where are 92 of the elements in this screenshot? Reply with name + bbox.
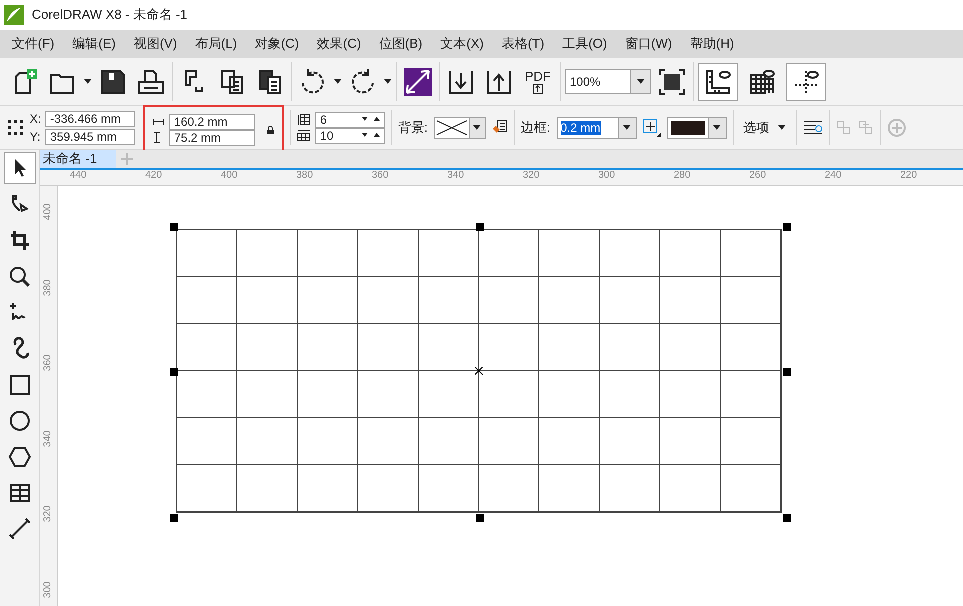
table-tool-icon[interactable]: [8, 481, 32, 505]
spinner-arrows-icon[interactable]: [362, 117, 380, 122]
y-label: Y:: [30, 128, 42, 146]
text-wrap-icon[interactable]: [802, 120, 823, 136]
selection-handle[interactable]: [476, 223, 484, 231]
object-position-icon: [8, 120, 24, 136]
no-fill-icon: [434, 118, 469, 136]
menu-item[interactable]: 效果(C): [309, 34, 370, 54]
border-sides-icon[interactable]: [642, 118, 661, 136]
ruler-label: 440: [70, 170, 87, 182]
ruler-label: 220: [900, 170, 918, 182]
dropdown-caret-icon[interactable]: [636, 79, 644, 84]
options-menu-button[interactable]: 选项: [740, 118, 790, 138]
selection-handle[interactable]: [476, 514, 484, 522]
ruler-label: 360: [372, 170, 389, 182]
ruler-label: 420: [146, 170, 162, 182]
pick-tool-icon[interactable]: [4, 152, 36, 184]
dropdown-caret-icon[interactable]: [778, 125, 786, 130]
dropdown-caret-icon[interactable]: [84, 79, 92, 84]
selection-handle[interactable]: [170, 514, 178, 522]
window-title: CorelDRAW X8 - 未命名 -1: [32, 6, 188, 24]
dropdown-caret-icon[interactable]: [473, 125, 482, 130]
polygon-tool-icon[interactable]: [8, 445, 32, 469]
selection-handle[interactable]: [783, 223, 791, 231]
ruler-label: 300: [42, 581, 54, 598]
color-swatch: [670, 120, 705, 134]
ruler-label: 240: [825, 170, 842, 182]
merge-cells-icon: [836, 120, 852, 136]
publish-pdf-button[interactable]: PDF: [520, 70, 556, 94]
menu-item[interactable]: 布局(L): [187, 34, 246, 54]
ruler-label: 320: [42, 506, 54, 522]
height-field[interactable]: 75.2 mm: [169, 130, 256, 146]
background-dropdown[interactable]: [434, 116, 486, 138]
selection-handle[interactable]: [170, 368, 178, 376]
columns-spinner[interactable]: 10: [315, 128, 386, 144]
width-icon: [153, 118, 166, 126]
spinner-arrows-icon[interactable]: [362, 133, 380, 138]
zoom-tool-icon[interactable]: [8, 265, 32, 289]
menu-item[interactable]: 文件(F): [4, 34, 63, 54]
columns-icon: [297, 130, 312, 142]
rows-icon: [297, 114, 312, 126]
selection-handle[interactable]: [170, 223, 178, 231]
menu-item[interactable]: 表格(T): [494, 34, 553, 54]
height-icon: [153, 132, 162, 144]
center-marker-icon: [475, 367, 483, 375]
guidelines-icon[interactable]: [786, 62, 826, 100]
zoom-level-dropdown[interactable]: 100%: [565, 69, 651, 94]
fill-settings-icon[interactable]: [492, 120, 508, 136]
lock-icon[interactable]: [267, 126, 274, 134]
menu-item[interactable]: 帮助(H): [682, 34, 742, 54]
ruler-label: 260: [750, 170, 766, 182]
dimension-tool-icon[interactable]: [8, 517, 32, 541]
rectangle-tool-icon[interactable]: [8, 373, 32, 397]
selection-handle[interactable]: [783, 514, 791, 522]
border-label: 边框:: [520, 118, 551, 137]
rows-spinner[interactable]: 6: [315, 112, 386, 128]
border-width-dropdown[interactable]: 0.2 mm: [556, 116, 637, 138]
menu-item[interactable]: 对象(C): [247, 34, 308, 54]
dropdown-caret-icon[interactable]: [713, 125, 722, 130]
ruler-label: 380: [42, 279, 54, 296]
border-color-dropdown[interactable]: [666, 116, 727, 138]
dropdown-caret-icon[interactable]: [334, 79, 342, 84]
ruler-label: 320: [523, 170, 540, 182]
ruler-label: 400: [221, 170, 238, 182]
background-label: 背景:: [398, 118, 428, 137]
ruler-label: 380: [296, 170, 314, 182]
ruler-label: 340: [42, 430, 54, 447]
ruler-label: 340: [448, 170, 464, 182]
menu-item[interactable]: 位图(B): [371, 34, 431, 54]
menu-item[interactable]: 窗口(W): [617, 34, 680, 54]
width-field[interactable]: 160.2 mm: [169, 114, 256, 130]
split-cells-icon: [858, 120, 874, 136]
dropdown-caret-icon[interactable]: [384, 79, 392, 84]
ruler-label: 400: [42, 204, 54, 220]
ruler-label: 300: [598, 170, 616, 182]
menu-item[interactable]: 工具(O): [554, 34, 616, 54]
ruler-label: 280: [674, 170, 691, 182]
menu-item[interactable]: 编辑(E): [64, 34, 124, 54]
menu-item[interactable]: 视图(V): [126, 34, 186, 54]
add-icon: [886, 118, 907, 138]
menu-item[interactable]: 文本(X): [432, 34, 492, 54]
ruler-label: 360: [42, 354, 54, 372]
ellipse-tool-icon[interactable]: [8, 409, 32, 433]
y-position-field[interactable]: 359.945 mm: [45, 128, 136, 144]
upload-icon: [533, 84, 543, 94]
document-tab[interactable]: 未命名 -1: [40, 150, 116, 168]
dropdown-caret-icon[interactable]: [623, 125, 632, 130]
rulers-icon[interactable]: [698, 62, 738, 100]
x-label: X:: [30, 110, 42, 128]
selection-handle[interactable]: [783, 368, 791, 376]
app-logo-icon: [4, 5, 24, 25]
x-position-field[interactable]: -336.466 mm: [45, 110, 136, 126]
